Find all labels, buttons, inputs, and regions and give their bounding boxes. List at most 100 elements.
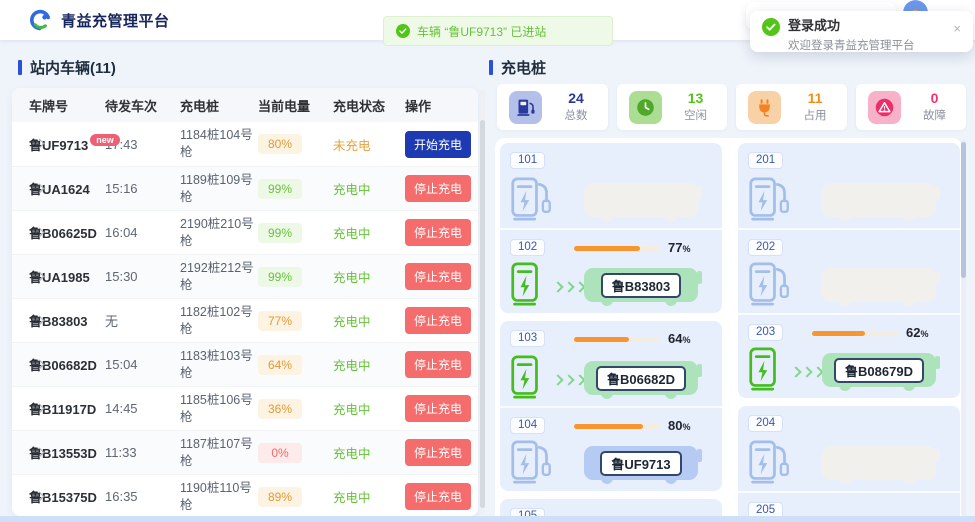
stop-charging-button[interactable]: 停止充电 — [405, 439, 471, 466]
plate-cell: 鲁B06625D — [29, 223, 105, 242]
table-scrollbar-thumb[interactable] — [480, 120, 485, 508]
table-row: 鲁B11917D14:451185桩106号枪36%充电中停止充电 — [12, 386, 478, 430]
table-row: 鲁UA198515:302192桩212号枪99%充电中停止充电 — [12, 254, 478, 298]
stat-value-block: 0故障 — [923, 91, 952, 123]
pile-row-top: 10480% — [510, 416, 712, 434]
battery-badge: 80% — [258, 134, 302, 154]
pile-cell: 1182桩102号枪 — [180, 304, 258, 338]
pile-number-badge: 202 — [748, 239, 783, 256]
pile-number-badge: 101 — [510, 152, 545, 169]
empty-bay-bus-silhouette — [822, 446, 936, 480]
empty-bay-bus-silhouette — [822, 183, 936, 217]
pile-panel-scrollbar-thumb[interactable] — [961, 142, 966, 278]
pile-row-body: 鲁B83803 — [510, 256, 712, 308]
table-row: 鲁B13553D11:331187桩107号枪0%充电中停止充电 — [12, 430, 478, 474]
stop-charging-button[interactable]: 停止充电 — [405, 219, 471, 246]
pile-cell: 1187桩107号枪 — [180, 436, 258, 470]
bus-plate-label: 鲁B06682D — [596, 366, 686, 391]
table-row: 鲁UA162415:161189桩109号枪99%充电中停止充电 — [12, 166, 478, 210]
column-header-5: 操作 — [405, 96, 470, 115]
pile-slot-104: 10480% 鲁UF9713 — [500, 406, 722, 491]
pile-row-top: 20362% — [748, 323, 950, 341]
charging-pile-icon — [748, 261, 790, 307]
pile-row-body: 鲁UF9713 — [510, 434, 712, 486]
charge-progress: 62% — [812, 326, 928, 341]
charging-status: 充电中 — [333, 443, 405, 462]
clock-icon — [629, 91, 662, 124]
horizontal-scrollbar[interactable] — [0, 516, 975, 522]
action-cell: 停止充电 — [405, 439, 471, 466]
bus-plate-label: 鲁UF9713 — [600, 451, 681, 476]
plate-cell: 鲁B15375D — [29, 487, 105, 506]
column-header-1: 待发车次 — [105, 96, 180, 115]
progress-percent: 62% — [906, 326, 928, 341]
pile-row-body — [748, 434, 950, 486]
pile-row-top: 204 — [748, 414, 950, 432]
table-body: 鲁UF9713new17:431184桩104号枪80%未充电开始充电鲁UA16… — [12, 122, 478, 516]
pile-column: 20120220362%鲁B08679D204205 — [738, 143, 960, 522]
pile-row-body — [510, 171, 712, 223]
stop-charging-button[interactable]: 停止充电 — [405, 307, 471, 334]
plate-cell: 鲁UA1985 — [29, 267, 105, 286]
table-row: 鲁B15375D16:351190桩110号枪89%充电中停止充电 — [12, 474, 478, 516]
stop-charging-button[interactable]: 停止充电 — [405, 395, 471, 422]
plate-cell: 鲁B06682D — [29, 355, 105, 374]
table-row: 鲁B06682D15:041183桩103号枪64%充电中停止充电 — [12, 342, 478, 386]
battery-cell: 36% — [258, 399, 333, 419]
progress-percent: 77% — [668, 241, 690, 256]
stop-charging-button[interactable]: 停止充电 — [405, 175, 471, 202]
pile-slot-203: 20362%鲁B08679D — [738, 313, 960, 398]
departure-cell: 15:16 — [105, 181, 180, 196]
battery-cell: 99% — [258, 267, 333, 287]
pile-cell: 2190桩210号枪 — [180, 216, 258, 250]
stat-label: 占用 — [804, 107, 827, 123]
title-accent-bar — [18, 60, 22, 75]
departure-cell: 15:04 — [105, 357, 180, 372]
stat-value: 13 — [684, 91, 707, 106]
pile-row-body: 鲁B08679D — [748, 341, 950, 393]
pile-number-badge: 201 — [748, 152, 783, 169]
action-cell: 开始充电 — [405, 131, 471, 158]
battery-cell: 99% — [258, 223, 333, 243]
battery-cell: 99% — [258, 179, 333, 199]
stat-value-block: 11占用 — [804, 91, 833, 123]
stat-value: 11 — [804, 91, 827, 106]
charging-pile-icon — [510, 176, 552, 222]
stop-charging-button[interactable]: 停止充电 — [405, 483, 471, 510]
charging-pile-icon — [510, 354, 552, 400]
progress-track — [812, 331, 898, 336]
pile-panel-scrollbar[interactable] — [961, 140, 966, 516]
stat-value: 24 — [565, 91, 588, 106]
start-charging-button[interactable]: 开始充电 — [405, 131, 471, 158]
charging-pile-icon — [748, 346, 790, 392]
departure-cell: 14:45 — [105, 401, 180, 416]
empty-bay-bus-silhouette — [822, 268, 936, 302]
charging-pile-icon — [748, 439, 790, 485]
column-header-4: 充电状态 — [333, 96, 405, 115]
pile-slot-101: 101 — [500, 143, 722, 228]
charging-pile-icon — [510, 439, 552, 485]
stop-charging-button[interactable]: 停止充电 — [405, 351, 471, 378]
pile-cell: 1183桩103号枪 — [180, 348, 258, 382]
column-header-0: 车牌号 — [29, 96, 105, 115]
pile-row-top: 101 — [510, 151, 712, 169]
charge-progress: 64% — [574, 332, 690, 347]
vehicles-table-card: 车牌号待发车次充电桩当前电量充电状态操作 鲁UF9713new17:431184… — [12, 88, 478, 516]
vehicle-bus-icon: 鲁B06682D — [584, 361, 698, 395]
action-cell: 停止充电 — [405, 307, 471, 334]
battery-badge: 89% — [258, 487, 302, 507]
close-icon[interactable]: × — [953, 23, 961, 35]
login-toast-message: 欢迎登录青益充管理平台 — [788, 37, 915, 53]
charging-status: 充电中 — [333, 179, 405, 198]
table-scrollbar[interactable] — [480, 90, 485, 514]
plate-cell: 鲁B83803 — [29, 311, 105, 330]
charging-pile-icon — [510, 261, 552, 307]
stop-charging-button[interactable]: 停止充电 — [405, 263, 471, 290]
departure-cell: 15:30 — [105, 269, 180, 284]
battery-cell: 89% — [258, 487, 333, 507]
vehicles-section-title: 站内车辆(11) — [18, 57, 116, 78]
stat-label: 故障 — [923, 107, 946, 123]
pile-row-top: 10277% — [510, 238, 712, 256]
battery-badge: 99% — [258, 223, 302, 243]
pile-cell: 1185桩106号枪 — [180, 392, 258, 426]
